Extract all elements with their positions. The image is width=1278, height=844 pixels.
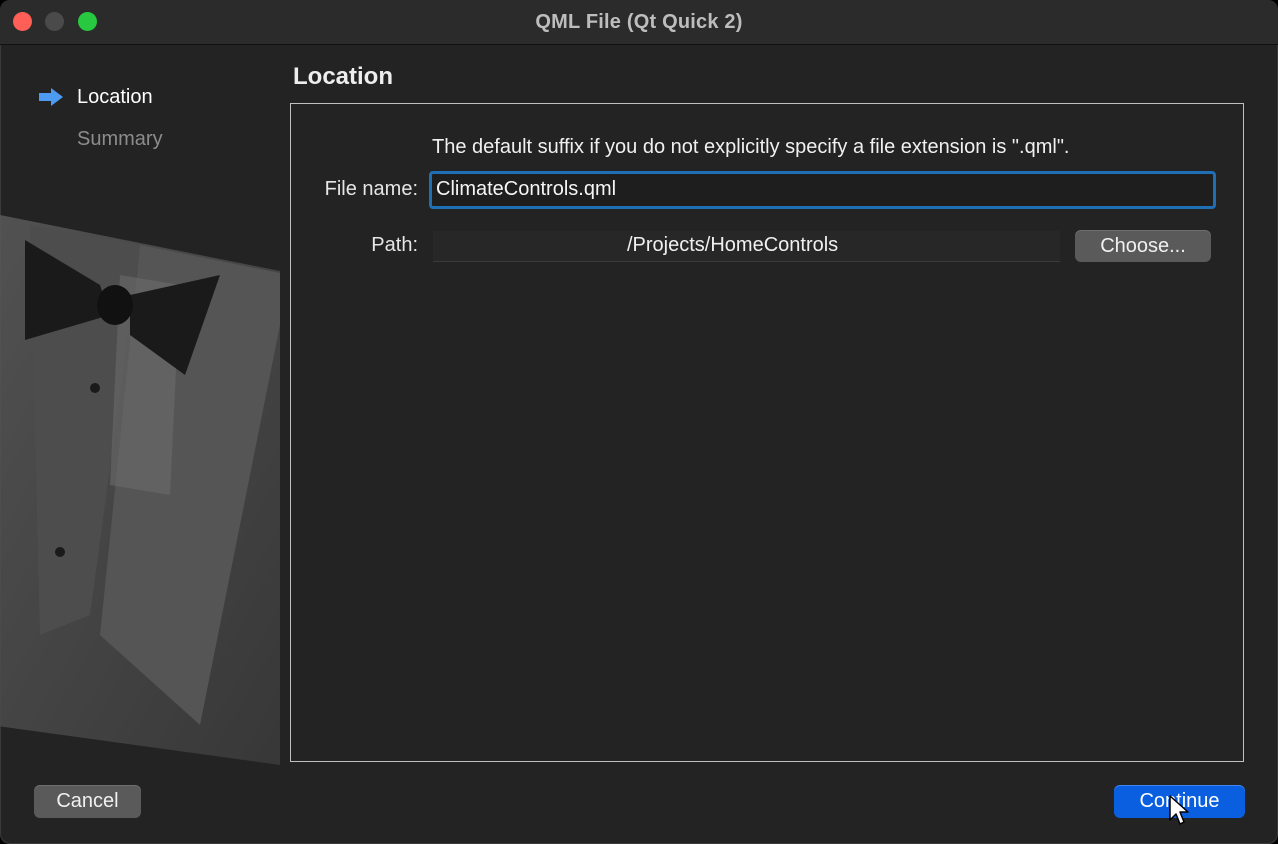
mouse-pointer-icon [1169,795,1189,825]
path-label: Path: [371,234,418,256]
window-title: QML File (Qt Quick 2) [535,11,743,33]
current-step-arrow-icon [39,88,63,106]
file-name-label: File name: [324,178,418,200]
wizard-step-location[interactable]: Location [77,86,153,109]
new-file-wizard-window: QML File (Qt Quick 2) Location Summary L… [0,0,1278,844]
wizard-step-summary[interactable]: Summary [77,128,163,151]
tuxedo-watermark-icon [0,215,280,765]
cancel-button[interactable]: Cancel [34,785,141,818]
wizard-steps-sidebar: Location Summary [0,45,280,765]
path-field[interactable]: /Projects/HomeControls [433,231,1060,262]
choose-path-button[interactable]: Choose... [1075,230,1211,262]
page-title: Location [293,63,393,90]
file-name-input[interactable]: ClimateControls.qml [429,171,1216,209]
title-bar: QML File (Qt Quick 2) [0,0,1278,45]
suffix-hint-text: The default suffix if you do not explici… [432,136,1070,158]
